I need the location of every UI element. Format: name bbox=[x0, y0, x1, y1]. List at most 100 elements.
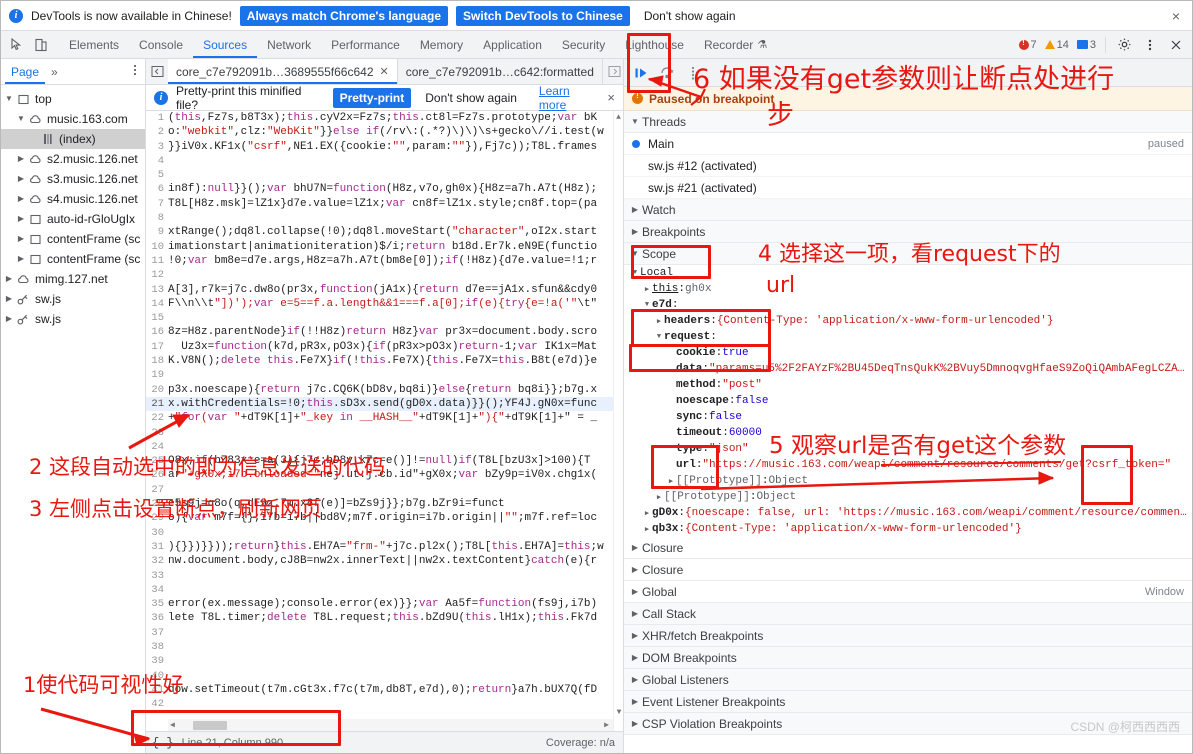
line-number[interactable]: 19 bbox=[146, 368, 168, 382]
line-number[interactable]: 17 bbox=[146, 340, 168, 354]
line-number[interactable]: 10 bbox=[146, 240, 168, 254]
section-dom-breakpoints[interactable]: ▶ DOM Breakpoints bbox=[624, 647, 1192, 669]
code-line[interactable]: 18 K.V8N();delete this.Fe7X}if(!this.Fe7X… bbox=[146, 354, 623, 368]
editor-vertical-scrollbar[interactable]: ▲ ▼ bbox=[613, 111, 623, 731]
code-line[interactable]: 26 ar"+gX0x;i7b.onloaded="nej.ut.j.cb.id"… bbox=[146, 468, 623, 482]
line-number[interactable]: 30 bbox=[146, 526, 168, 540]
code-line[interactable]: 31){}})}}));return}this.EH7A="frm-"+j7c.… bbox=[146, 540, 623, 554]
scope-row[interactable]: ▼ e7d: bbox=[624, 297, 1192, 313]
scroll-up-icon[interactable]: ▲ bbox=[614, 113, 623, 122]
inspect-element-icon[interactable] bbox=[5, 34, 29, 56]
tab-memory[interactable]: Memory bbox=[410, 31, 473, 58]
code-line[interactable]: 6 in8f):null}}();var bhU7N=function(H8z,v… bbox=[146, 182, 623, 196]
step-into-icon[interactable] bbox=[682, 62, 704, 84]
step-over-icon[interactable] bbox=[656, 62, 678, 84]
tree-item[interactable]: ▶ s4.music.126.net bbox=[1, 189, 145, 209]
scope-row[interactable]: url: "https://music.163.com/weapi/commen… bbox=[624, 457, 1192, 473]
device-toolbar-icon[interactable] bbox=[29, 34, 53, 56]
tree-item[interactable]: (index) bbox=[1, 129, 145, 149]
thread-row[interactable]: Main paused bbox=[624, 133, 1192, 155]
code-line[interactable]: 28 e5s9j=q8o(q,dE9z.7m.x8f(e)]=bZs9j}};b7… bbox=[146, 497, 623, 511]
scope-row[interactable]: ▶ [[Prototype]]: Object bbox=[624, 489, 1192, 505]
editor-tab-nav-icon[interactable] bbox=[146, 59, 168, 84]
chevron-right-icon[interactable]: ▶ bbox=[15, 209, 27, 229]
chevron-right-icon[interactable]: ▶ bbox=[642, 509, 652, 518]
chevron-right-icon[interactable]: ▶ bbox=[642, 285, 652, 294]
code-line[interactable]: 36 lete T8L.timer;delete T8L.request;this… bbox=[146, 611, 623, 625]
code-line[interactable]: 17 Uz3x=function(k7d,pR3x,pO3x){if(pR3x>… bbox=[146, 340, 623, 354]
chevron-down-icon[interactable]: ▼ bbox=[654, 333, 664, 341]
line-number[interactable]: 21 bbox=[146, 397, 168, 411]
thread-row[interactable]: sw.js #21 (activated) bbox=[624, 177, 1192, 199]
tab-sources[interactable]: Sources bbox=[193, 31, 257, 58]
scope-section-closure[interactable]: ▶ Closure bbox=[624, 559, 1192, 581]
code-line[interactable]: 38 bbox=[146, 640, 623, 654]
scroll-left-icon[interactable]: ◀ bbox=[170, 720, 175, 730]
line-number[interactable]: 9 bbox=[146, 225, 168, 239]
line-number[interactable]: 39 bbox=[146, 654, 168, 668]
scroll-right-icon[interactable]: ▶ bbox=[604, 720, 609, 730]
code-line[interactable]: 13 A[3],r7k=j7c.dw8o(pr3x,function(jA1x){… bbox=[146, 283, 623, 297]
tree-item[interactable]: ▶ sw.js bbox=[1, 309, 145, 329]
scope-row[interactable]: ▶ gD0x: {noescape: false, url: 'https://m… bbox=[624, 505, 1192, 521]
code-line[interactable]: 4 bbox=[146, 154, 623, 168]
line-number[interactable]: 32 bbox=[146, 554, 168, 568]
chevron-right-icon[interactable]: ▶ bbox=[642, 525, 652, 534]
line-number[interactable]: 8 bbox=[146, 211, 168, 225]
line-number[interactable]: 34 bbox=[146, 583, 168, 597]
tree-item[interactable]: ▼ music.163.com bbox=[1, 109, 145, 129]
line-number[interactable]: 31 bbox=[146, 540, 168, 554]
dismiss-pretty-print-button[interactable]: Don't show again bbox=[419, 88, 523, 108]
chevron-right-icon[interactable]: ▶ bbox=[654, 493, 664, 502]
error-count-badge[interactable]: 7 bbox=[1016, 38, 1040, 51]
navigator-more-tabs[interactable]: » bbox=[45, 65, 64, 79]
line-number[interactable]: 24 bbox=[146, 440, 168, 454]
code-line[interactable]: 25 O8x;if(bZ83x=e=a(3){j7c;bD8v,k7c=e()]!… bbox=[146, 454, 623, 468]
code-line[interactable]: 33 bbox=[146, 569, 623, 583]
chevron-right-icon[interactable]: ▶ bbox=[3, 289, 15, 309]
line-number[interactable]: 5 bbox=[146, 168, 168, 182]
line-number[interactable]: 38 bbox=[146, 640, 168, 654]
line-number[interactable]: 14 bbox=[146, 297, 168, 311]
chevron-down-icon[interactable]: ▼ bbox=[15, 109, 27, 129]
code-line[interactable]: 20 p3x.noescape){return j7c.CQ6K(bD8v,bq8… bbox=[146, 383, 623, 397]
chevron-right-icon[interactable]: ▶ bbox=[654, 317, 664, 326]
line-number[interactable]: 12 bbox=[146, 268, 168, 282]
line-number[interactable]: 35 bbox=[146, 597, 168, 611]
section-call-stack[interactable]: ▶ Call Stack bbox=[624, 603, 1192, 625]
section-threads[interactable]: ▼ Threads bbox=[624, 111, 1192, 133]
tree-item[interactable]: ▶ auto-id-rGloUgIx bbox=[1, 209, 145, 229]
line-number[interactable]: 6 bbox=[146, 182, 168, 196]
code-line[interactable]: 41 dow.setTimeout(t7m.cGt3x.f7c(t7m,db8T,… bbox=[146, 683, 623, 697]
close-icon[interactable]: × bbox=[607, 90, 615, 105]
code-line[interactable]: 32 nw.document.body,cJ8B=nw2x.innerText||… bbox=[146, 554, 623, 568]
code-line[interactable]: 19 bbox=[146, 368, 623, 382]
line-number[interactable]: 41 bbox=[146, 683, 168, 697]
line-number[interactable]: 13 bbox=[146, 283, 168, 297]
close-icon[interactable]: ✕ bbox=[380, 65, 389, 78]
tab-performance[interactable]: Performance bbox=[321, 31, 410, 58]
always-match-language-button[interactable]: Always match Chrome's language bbox=[239, 5, 449, 26]
chevron-right-icon[interactable]: ▶ bbox=[15, 149, 27, 169]
warning-count-badge[interactable]: 14 bbox=[1042, 39, 1072, 51]
code-editor[interactable]: 1 (this,Fz7s,b8T3x);this.cyV2x=Fz7s;this.… bbox=[146, 111, 623, 731]
editor-tab[interactable]: core_c7e792091b…3689555f66c642 ✕ bbox=[168, 59, 398, 84]
section-watch[interactable]: ▶ Watch bbox=[624, 199, 1192, 221]
scope-row[interactable]: data: "params=u5%2F2FAYzF%2BU45DeqTnsQuk… bbox=[624, 361, 1192, 377]
scope-section-global[interactable]: ▶ Global Window bbox=[624, 581, 1192, 603]
code-line[interactable]: 42 bbox=[146, 697, 623, 711]
line-number[interactable]: 29 bbox=[146, 511, 168, 525]
tree-item[interactable]: ▶ contentFrame (sc bbox=[1, 249, 145, 269]
editor-horizontal-scrollbar[interactable]: ◀ ▶ bbox=[168, 719, 613, 731]
line-number[interactable]: 7 bbox=[146, 197, 168, 211]
line-number[interactable]: 20 bbox=[146, 383, 168, 397]
code-line[interactable]: 21 x.withCredentials=!0;this.sD3x.send(gD… bbox=[146, 396, 623, 412]
line-number[interactable]: 22 bbox=[146, 411, 168, 425]
scope-section-closure[interactable]: ▶ Closure bbox=[624, 537, 1192, 559]
tab-network[interactable]: Network bbox=[257, 31, 321, 58]
code-line[interactable]: 5 bbox=[146, 168, 623, 182]
code-line[interactable]: 34 bbox=[146, 583, 623, 597]
tab-lighthouse[interactable]: Lighthouse bbox=[615, 31, 694, 58]
code-line[interactable]: 37 bbox=[146, 626, 623, 640]
line-number[interactable]: 36 bbox=[146, 611, 168, 625]
